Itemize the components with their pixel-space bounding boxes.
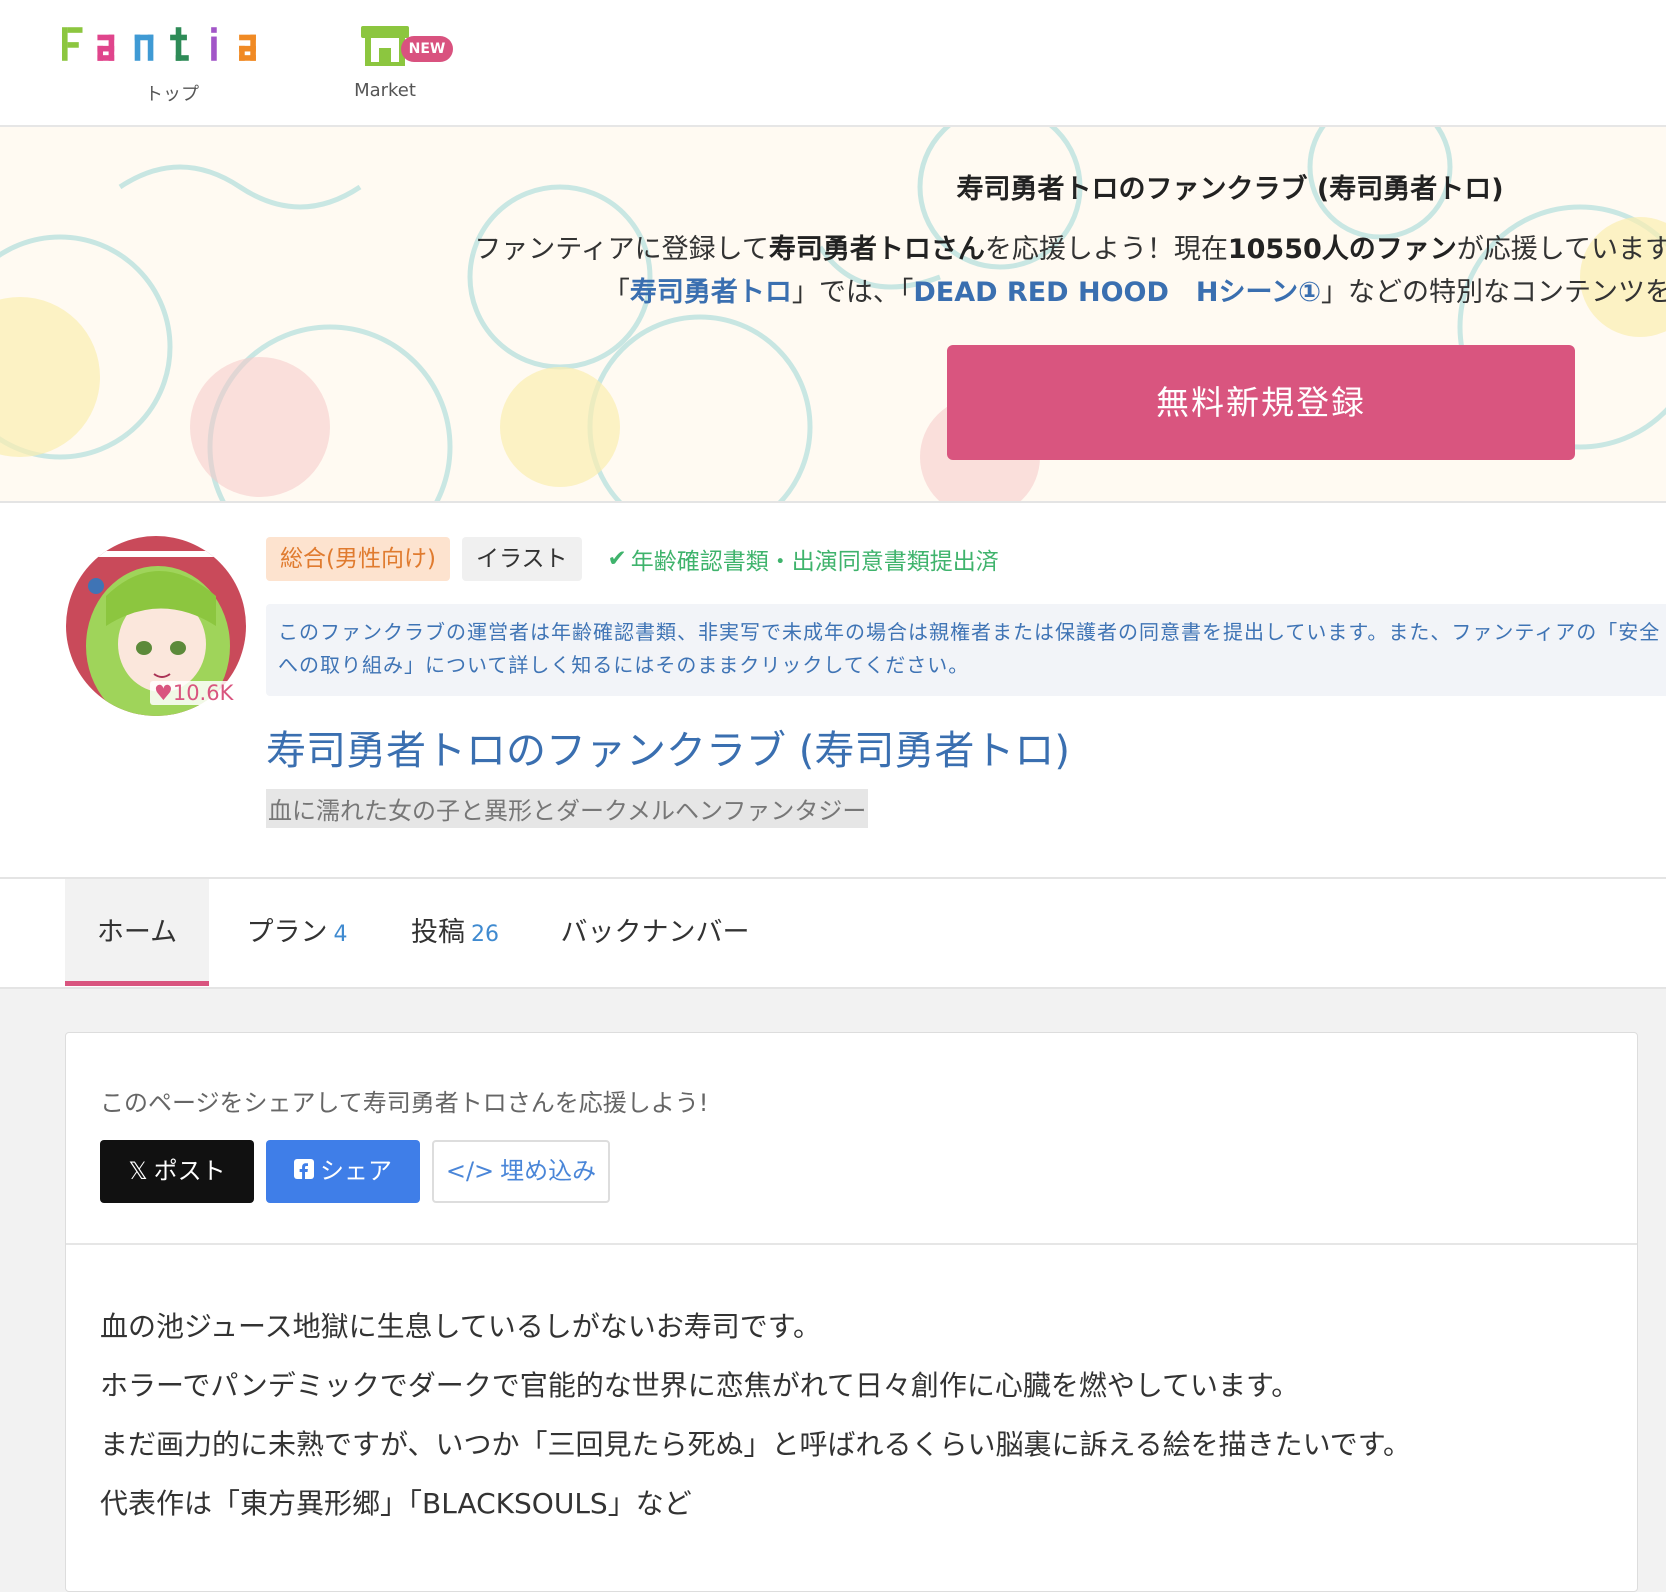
tab-plans-count: 4 xyxy=(333,922,348,947)
facebook-icon xyxy=(294,1140,314,1203)
likes-count: ♥10.6K xyxy=(150,681,238,705)
tab-home[interactable]: ホーム xyxy=(65,879,209,986)
tab-posts-label: 投稿 xyxy=(411,917,465,948)
fanclub-tagline: 血に濡れた女の子と異形とダークメルヘンファンタジー xyxy=(266,789,869,828)
tab-backnumbers[interactable]: バックナンバー xyxy=(555,879,755,986)
verified-status: ✔ 年齢確認書類・出演同意書類提出済 xyxy=(608,542,999,576)
nav-top-label: トップ xyxy=(145,84,199,105)
fanclub-banner: 寿司勇者トロのファンクラブ (寿司勇者トロ) ファンティアに登録して寿司勇者トロ… xyxy=(0,127,1666,503)
bio-line: まだ画力的に未熟ですが、いつか「三回見たら死ぬ」と呼ばれるくらい脳裏に訴える絵を… xyxy=(100,1428,1411,1461)
banner-content-text: 「寿司勇者トロ」では、「DEAD RED HOOD Hシーン①」などの特別なコン… xyxy=(603,270,1666,309)
banner-invite-post: が応援しています xyxy=(1456,234,1666,265)
x-post-button[interactable]: 𝕏 ポスト xyxy=(100,1140,254,1203)
bio-line: ホラーでパンデミックでダークで官能的な世界に恋焦がれて日々創作に心臓を燃やしてい… xyxy=(100,1369,1300,1402)
new-badge: NEW xyxy=(401,36,453,62)
banner-quote-open: 「 xyxy=(602,277,630,308)
banner-content-link[interactable]: DEAD RED HOOD Hシーン① xyxy=(913,277,1321,308)
nav-top[interactable]: トップ xyxy=(62,0,282,106)
x-logo-icon: 𝕏 xyxy=(128,1157,148,1185)
banner-creator-name: 寿司勇者トロさん xyxy=(768,234,985,265)
top-bar: トップ NEW Market xyxy=(0,0,1666,127)
card-divider xyxy=(66,1243,1637,1245)
banner-content-post: 」などの特別なコンテンツを xyxy=(1321,277,1666,308)
fanclub-home-card: このページをシェアして寿司勇者トロさんを応援しよう! 𝕏 ポスト シェア </> 埋… xyxy=(65,1032,1638,1592)
tab-home-label: ホーム xyxy=(96,917,178,948)
embed-button[interactable]: </> 埋め込み xyxy=(432,1140,610,1203)
banner-invite-text: ファンティアに登録して寿司勇者トロさんを応援しよう！現在10550人のファンが応… xyxy=(474,227,1666,266)
tab-plans[interactable]: プラン 4 xyxy=(232,879,362,986)
banner-invite-mid: を応援しよう！現在 xyxy=(984,234,1228,265)
embed-label: 埋め込み xyxy=(500,1157,597,1185)
banner-creator-link[interactable]: 寿司勇者トロ xyxy=(630,277,792,308)
free-register-button[interactable]: 無料新規登録 xyxy=(947,345,1575,460)
tab-backnumbers-label: バックナンバー xyxy=(560,917,750,948)
share-buttons: 𝕏 ポスト シェア </> 埋め込み xyxy=(100,1140,610,1203)
tag-category[interactable]: 総合(男性向け) xyxy=(266,537,450,581)
tag-list: 総合(男性向け) イラスト ✔ 年齢確認書類・出演同意書類提出済 xyxy=(266,537,999,581)
heart-icon: ♥ xyxy=(154,681,173,705)
facebook-share-button[interactable]: シェア xyxy=(266,1140,420,1203)
fantia-logo-glyphs xyxy=(62,27,256,61)
profile-section: ♥10.6K 総合(男性向け) イラスト ✔ 年齢確認書類・出演同意書類提出済 こ… xyxy=(0,503,1666,879)
fanclub-name[interactable]: 寿司勇者トロのファンクラブ (寿司勇者トロ) xyxy=(266,718,1070,776)
banner-invite-pre: ファンティアに登録して xyxy=(474,234,769,265)
fantia-logo xyxy=(62,24,282,70)
tab-posts-count: 26 xyxy=(471,922,499,947)
bio-line: 代表作は「東方異形郷」「BLACKSOULS」など xyxy=(100,1487,692,1520)
x-post-label: ポスト xyxy=(153,1157,226,1185)
code-icon: </> xyxy=(445,1157,495,1185)
tag-illust[interactable]: イラスト xyxy=(461,537,582,581)
tab-plans-label: プラン xyxy=(246,917,328,948)
banner-fan-count: 10550人のファン xyxy=(1227,234,1457,265)
checkmark-icon: ✔ xyxy=(607,546,627,572)
nav-market-label: Market xyxy=(354,80,416,101)
safety-notice[interactable]: このファンクラブの運営者は年齢確認書類、非実写で未成年の場合は親権者または保護者… xyxy=(266,604,1666,696)
verified-label: 年齢確認書類・出演同意書類提出済 xyxy=(630,549,999,575)
bio-line: 血の池ジュース地獄に生息しているしがないお寿司です。 xyxy=(100,1310,822,1343)
likes-value: 10.6K xyxy=(172,681,234,705)
fanclub-tabs: ホーム プラン 4 投稿 26 バックナンバー xyxy=(0,879,1666,989)
banner-title: 寿司勇者トロのファンクラブ (寿司勇者トロ) xyxy=(956,174,1504,205)
creator-bio: 血の池ジュース地獄に生息しているしがないお寿司です。 ホラーでパンデミックでダー… xyxy=(100,1297,1411,1533)
facebook-share-label: シェア xyxy=(320,1157,392,1185)
shop-icon: NEW xyxy=(355,22,453,70)
nav-market[interactable]: NEW Market xyxy=(320,0,453,101)
tab-posts[interactable]: 投稿 26 xyxy=(400,879,510,986)
share-prompt: このページをシェアして寿司勇者トロさんを応援しよう! xyxy=(100,1089,709,1117)
banner-content-mid: 」では、「 xyxy=(791,277,914,308)
